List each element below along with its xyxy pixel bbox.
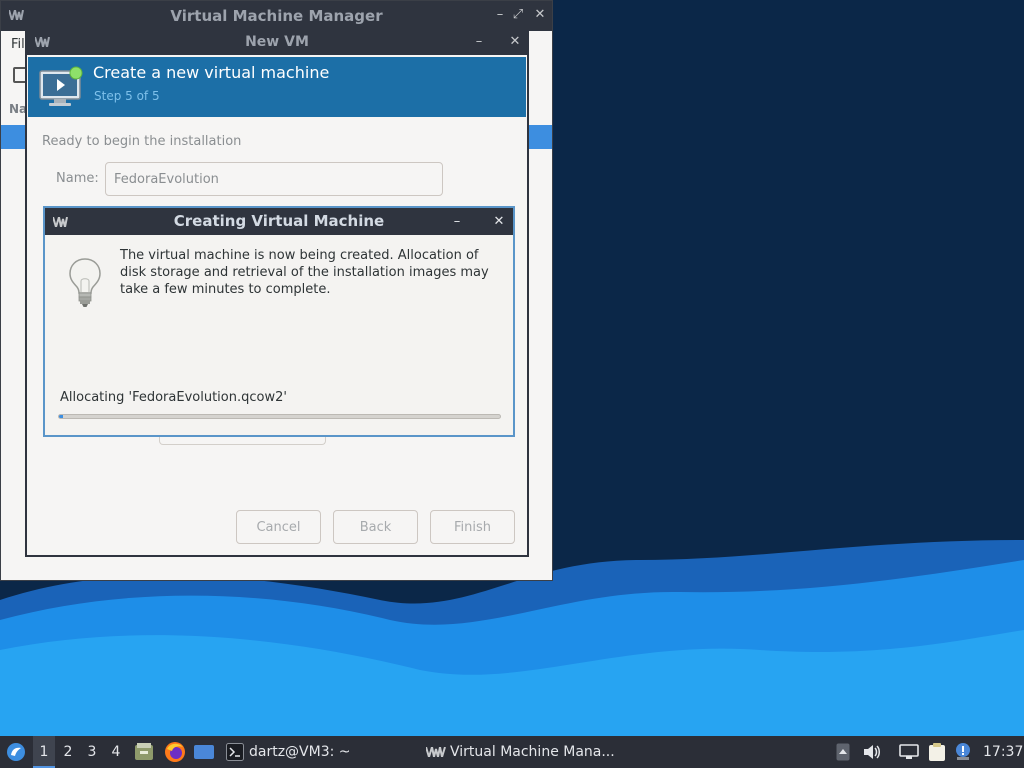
allocating-status: Allocating 'FedoraEvolution.qcow2' xyxy=(60,390,287,405)
allocation-progress-fill xyxy=(59,415,64,418)
wizard-header: Create a new virtual machine Step 5 of 5 xyxy=(28,57,526,117)
taskbar-task-vmm[interactable]: Virtual Machine Mana... xyxy=(450,736,615,768)
close-icon[interactable]: ✕ xyxy=(505,29,525,55)
volume-icon[interactable] xyxy=(863,744,881,760)
workspace-4[interactable]: 4 xyxy=(105,736,127,768)
taskbar: 1 2 3 4 dartz@VM3: ~ Virtual Machine Man… xyxy=(0,736,1024,768)
workspace-1[interactable]: 1 xyxy=(33,736,55,768)
wizard-title: Create a new virtual machine xyxy=(93,63,330,82)
creating-dialog-title: Creating Virtual Machine xyxy=(173,212,385,230)
desktop-show-icon[interactable] xyxy=(193,743,215,761)
minimize-icon[interactable]: – xyxy=(447,208,467,235)
tray-up-arrow-icon[interactable] xyxy=(836,743,850,761)
creating-vm-dialog: Creating Virtual Machine – ✕ The virtual… xyxy=(43,206,515,437)
back-button[interactable]: Back xyxy=(333,510,418,544)
new-vm-titlebar[interactable]: New VM – ✕ xyxy=(27,29,527,55)
notification-icon[interactable] xyxy=(954,742,972,762)
close-icon[interactable]: ✕ xyxy=(489,208,509,235)
lightbulb-icon xyxy=(69,258,101,307)
wizard-step: Step 5 of 5 xyxy=(94,89,160,103)
menu-file-peek[interactable]: Fil xyxy=(11,37,25,52)
taskbar-task-terminal[interactable]: dartz@VM3: ~ xyxy=(249,736,351,768)
name-label: Name: xyxy=(56,171,99,186)
workspace-2[interactable]: 2 xyxy=(57,736,79,768)
network-icon[interactable] xyxy=(899,744,919,760)
vm-logo-icon xyxy=(426,747,446,757)
close-icon[interactable]: ✕ xyxy=(530,1,550,29)
clock[interactable]: 17:37 xyxy=(983,736,1023,768)
terminal-icon xyxy=(226,743,244,761)
new-vm-monitor-icon xyxy=(39,66,83,106)
file-manager-icon[interactable] xyxy=(134,742,154,762)
creating-dialog-titlebar[interactable]: Creating Virtual Machine – ✕ xyxy=(45,208,513,235)
finish-button[interactable]: Finish xyxy=(430,510,515,544)
firefox-icon[interactable] xyxy=(164,741,186,763)
maximize-icon[interactable]: ⤢ xyxy=(508,1,528,29)
minimize-icon[interactable]: – xyxy=(469,29,489,55)
new-vm-window-title: New VM xyxy=(245,34,309,50)
minimize-icon[interactable]: – xyxy=(490,1,510,29)
name-input[interactable] xyxy=(105,162,443,196)
workspace-3[interactable]: 3 xyxy=(81,736,103,768)
clipboard-icon[interactable] xyxy=(928,742,946,762)
cancel-button[interactable]: Cancel xyxy=(236,510,321,544)
allocation-progress-bar xyxy=(58,414,501,419)
ready-label: Ready to begin the installation xyxy=(42,134,242,149)
app-menu-icon[interactable] xyxy=(5,742,27,762)
creating-message: The virtual machine is now being created… xyxy=(120,248,489,297)
